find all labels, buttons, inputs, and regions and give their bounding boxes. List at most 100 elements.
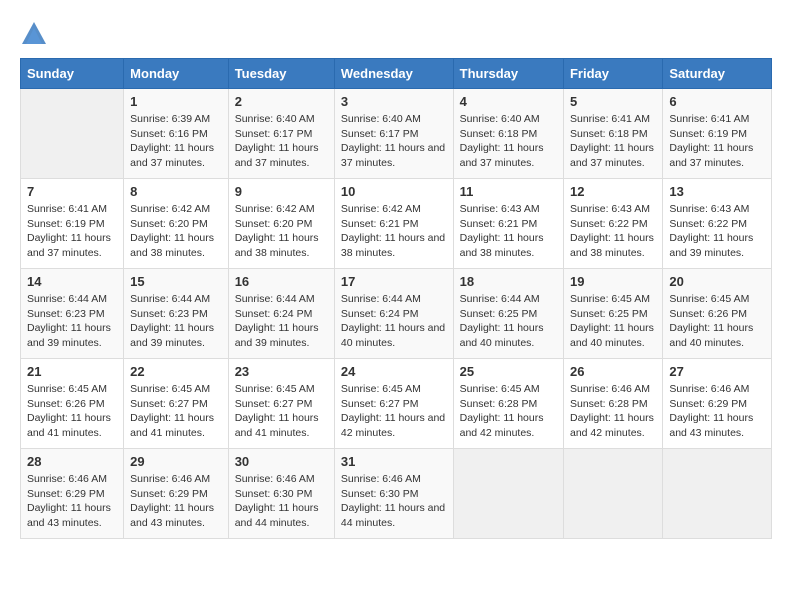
day-info: Sunrise: 6:46 AM Sunset: 6:28 PM Dayligh… xyxy=(570,382,656,441)
calendar-cell: 30 Sunrise: 6:46 AM Sunset: 6:30 PM Dayl… xyxy=(228,449,334,539)
calendar-cell: 26 Sunrise: 6:46 AM Sunset: 6:28 PM Dayl… xyxy=(563,359,662,449)
calendar-cell: 28 Sunrise: 6:46 AM Sunset: 6:29 PM Dayl… xyxy=(21,449,124,539)
calendar-cell: 14 Sunrise: 6:44 AM Sunset: 6:23 PM Dayl… xyxy=(21,269,124,359)
calendar-cell: 27 Sunrise: 6:46 AM Sunset: 6:29 PM Dayl… xyxy=(663,359,772,449)
day-number: 15 xyxy=(130,274,222,289)
calendar-cell: 19 Sunrise: 6:45 AM Sunset: 6:25 PM Dayl… xyxy=(563,269,662,359)
day-number: 17 xyxy=(341,274,447,289)
calendar-cell: 25 Sunrise: 6:45 AM Sunset: 6:28 PM Dayl… xyxy=(453,359,563,449)
day-number: 7 xyxy=(27,184,117,199)
day-number: 25 xyxy=(460,364,557,379)
calendar-cell: 31 Sunrise: 6:46 AM Sunset: 6:30 PM Dayl… xyxy=(334,449,453,539)
col-tuesday: Tuesday xyxy=(228,59,334,89)
day-number: 22 xyxy=(130,364,222,379)
day-info: Sunrise: 6:41 AM Sunset: 6:19 PM Dayligh… xyxy=(669,112,765,171)
calendar-table: Sunday Monday Tuesday Wednesday Thursday… xyxy=(20,58,772,539)
day-info: Sunrise: 6:42 AM Sunset: 6:20 PM Dayligh… xyxy=(130,202,222,261)
calendar-week-row: 1 Sunrise: 6:39 AM Sunset: 6:16 PM Dayli… xyxy=(21,89,772,179)
day-number: 21 xyxy=(27,364,117,379)
calendar-week-row: 7 Sunrise: 6:41 AM Sunset: 6:19 PM Dayli… xyxy=(21,179,772,269)
day-number: 5 xyxy=(570,94,656,109)
day-number: 18 xyxy=(460,274,557,289)
calendar-cell: 15 Sunrise: 6:44 AM Sunset: 6:23 PM Dayl… xyxy=(124,269,229,359)
day-info: Sunrise: 6:44 AM Sunset: 6:23 PM Dayligh… xyxy=(27,292,117,351)
day-number: 14 xyxy=(27,274,117,289)
day-info: Sunrise: 6:42 AM Sunset: 6:21 PM Dayligh… xyxy=(341,202,447,261)
calendar-cell: 16 Sunrise: 6:44 AM Sunset: 6:24 PM Dayl… xyxy=(228,269,334,359)
day-info: Sunrise: 6:45 AM Sunset: 6:27 PM Dayligh… xyxy=(341,382,447,441)
day-number: 2 xyxy=(235,94,328,109)
col-friday: Friday xyxy=(563,59,662,89)
day-number: 11 xyxy=(460,184,557,199)
day-info: Sunrise: 6:45 AM Sunset: 6:26 PM Dayligh… xyxy=(669,292,765,351)
day-info: Sunrise: 6:39 AM Sunset: 6:16 PM Dayligh… xyxy=(130,112,222,171)
day-info: Sunrise: 6:44 AM Sunset: 6:24 PM Dayligh… xyxy=(235,292,328,351)
day-info: Sunrise: 6:41 AM Sunset: 6:18 PM Dayligh… xyxy=(570,112,656,171)
calendar-cell: 2 Sunrise: 6:40 AM Sunset: 6:17 PM Dayli… xyxy=(228,89,334,179)
day-info: Sunrise: 6:46 AM Sunset: 6:30 PM Dayligh… xyxy=(341,472,447,531)
col-thursday: Thursday xyxy=(453,59,563,89)
day-number: 3 xyxy=(341,94,447,109)
calendar-cell: 7 Sunrise: 6:41 AM Sunset: 6:19 PM Dayli… xyxy=(21,179,124,269)
day-number: 19 xyxy=(570,274,656,289)
day-info: Sunrise: 6:45 AM Sunset: 6:28 PM Dayligh… xyxy=(460,382,557,441)
day-info: Sunrise: 6:45 AM Sunset: 6:27 PM Dayligh… xyxy=(130,382,222,441)
calendar-cell xyxy=(663,449,772,539)
day-info: Sunrise: 6:44 AM Sunset: 6:25 PM Dayligh… xyxy=(460,292,557,351)
day-number: 29 xyxy=(130,454,222,469)
day-number: 24 xyxy=(341,364,447,379)
calendar-cell: 9 Sunrise: 6:42 AM Sunset: 6:20 PM Dayli… xyxy=(228,179,334,269)
calendar-cell: 12 Sunrise: 6:43 AM Sunset: 6:22 PM Dayl… xyxy=(563,179,662,269)
day-info: Sunrise: 6:46 AM Sunset: 6:29 PM Dayligh… xyxy=(27,472,117,531)
day-number: 31 xyxy=(341,454,447,469)
day-info: Sunrise: 6:41 AM Sunset: 6:19 PM Dayligh… xyxy=(27,202,117,261)
day-info: Sunrise: 6:40 AM Sunset: 6:17 PM Dayligh… xyxy=(341,112,447,171)
calendar-cell: 4 Sunrise: 6:40 AM Sunset: 6:18 PM Dayli… xyxy=(453,89,563,179)
day-info: Sunrise: 6:44 AM Sunset: 6:24 PM Dayligh… xyxy=(341,292,447,351)
calendar-week-row: 14 Sunrise: 6:44 AM Sunset: 6:23 PM Dayl… xyxy=(21,269,772,359)
calendar-cell: 8 Sunrise: 6:42 AM Sunset: 6:20 PM Dayli… xyxy=(124,179,229,269)
calendar-cell: 20 Sunrise: 6:45 AM Sunset: 6:26 PM Dayl… xyxy=(663,269,772,359)
day-info: Sunrise: 6:45 AM Sunset: 6:27 PM Dayligh… xyxy=(235,382,328,441)
calendar-cell: 23 Sunrise: 6:45 AM Sunset: 6:27 PM Dayl… xyxy=(228,359,334,449)
calendar-cell: 1 Sunrise: 6:39 AM Sunset: 6:16 PM Dayli… xyxy=(124,89,229,179)
day-number: 16 xyxy=(235,274,328,289)
calendar-header-row: Sunday Monday Tuesday Wednesday Thursday… xyxy=(21,59,772,89)
calendar-cell: 11 Sunrise: 6:43 AM Sunset: 6:21 PM Dayl… xyxy=(453,179,563,269)
day-info: Sunrise: 6:42 AM Sunset: 6:20 PM Dayligh… xyxy=(235,202,328,261)
day-info: Sunrise: 6:40 AM Sunset: 6:17 PM Dayligh… xyxy=(235,112,328,171)
logo-icon xyxy=(20,20,48,48)
calendar-cell: 18 Sunrise: 6:44 AM Sunset: 6:25 PM Dayl… xyxy=(453,269,563,359)
day-info: Sunrise: 6:40 AM Sunset: 6:18 PM Dayligh… xyxy=(460,112,557,171)
day-info: Sunrise: 6:46 AM Sunset: 6:29 PM Dayligh… xyxy=(130,472,222,531)
day-number: 8 xyxy=(130,184,222,199)
day-number: 12 xyxy=(570,184,656,199)
day-info: Sunrise: 6:46 AM Sunset: 6:30 PM Dayligh… xyxy=(235,472,328,531)
calendar-cell xyxy=(563,449,662,539)
calendar-cell: 21 Sunrise: 6:45 AM Sunset: 6:26 PM Dayl… xyxy=(21,359,124,449)
day-number: 27 xyxy=(669,364,765,379)
day-info: Sunrise: 6:43 AM Sunset: 6:22 PM Dayligh… xyxy=(570,202,656,261)
calendar-week-row: 21 Sunrise: 6:45 AM Sunset: 6:26 PM Dayl… xyxy=(21,359,772,449)
day-number: 6 xyxy=(669,94,765,109)
calendar-cell: 24 Sunrise: 6:45 AM Sunset: 6:27 PM Dayl… xyxy=(334,359,453,449)
calendar-cell: 22 Sunrise: 6:45 AM Sunset: 6:27 PM Dayl… xyxy=(124,359,229,449)
day-number: 1 xyxy=(130,94,222,109)
day-number: 30 xyxy=(235,454,328,469)
col-sunday: Sunday xyxy=(21,59,124,89)
day-info: Sunrise: 6:44 AM Sunset: 6:23 PM Dayligh… xyxy=(130,292,222,351)
day-info: Sunrise: 6:46 AM Sunset: 6:29 PM Dayligh… xyxy=(669,382,765,441)
day-number: 9 xyxy=(235,184,328,199)
day-number: 28 xyxy=(27,454,117,469)
day-number: 23 xyxy=(235,364,328,379)
logo xyxy=(20,20,52,48)
day-number: 10 xyxy=(341,184,447,199)
day-number: 13 xyxy=(669,184,765,199)
day-info: Sunrise: 6:43 AM Sunset: 6:21 PM Dayligh… xyxy=(460,202,557,261)
day-number: 20 xyxy=(669,274,765,289)
calendar-cell: 3 Sunrise: 6:40 AM Sunset: 6:17 PM Dayli… xyxy=(334,89,453,179)
col-saturday: Saturday xyxy=(663,59,772,89)
day-info: Sunrise: 6:45 AM Sunset: 6:25 PM Dayligh… xyxy=(570,292,656,351)
calendar-cell: 17 Sunrise: 6:44 AM Sunset: 6:24 PM Dayl… xyxy=(334,269,453,359)
page-header xyxy=(20,20,772,48)
